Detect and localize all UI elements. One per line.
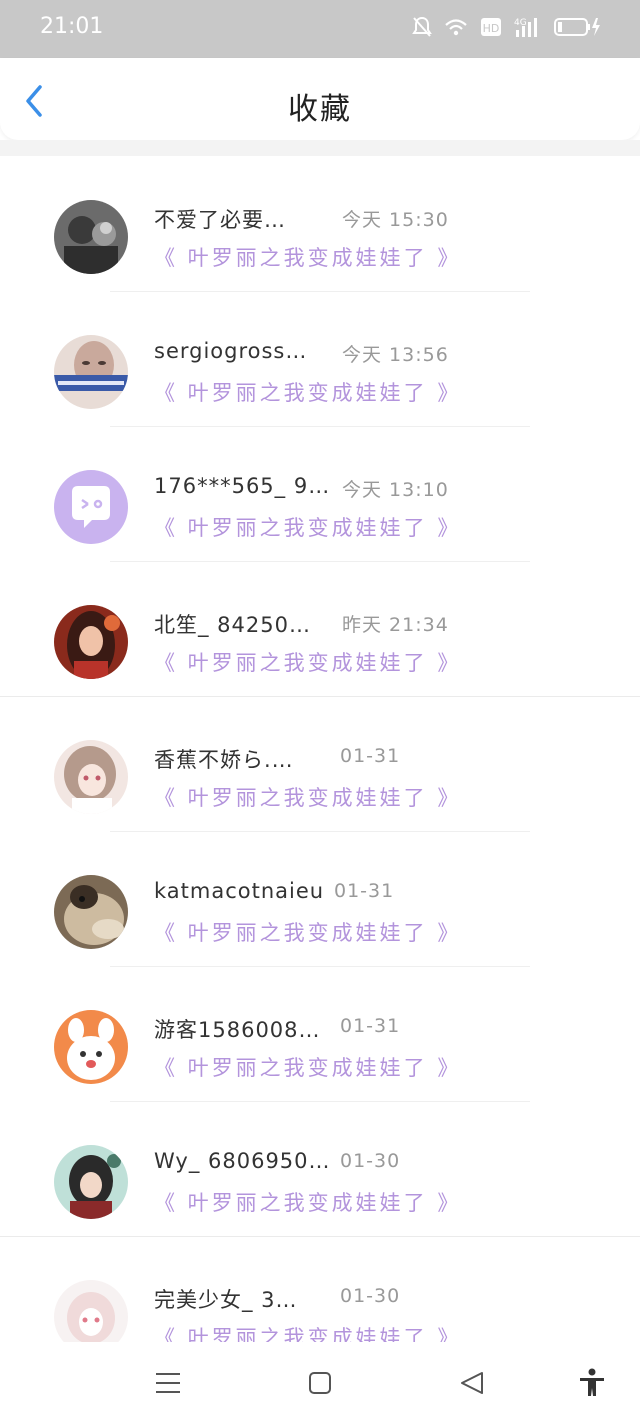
home-square-icon [309,1372,331,1394]
divider [110,1101,530,1102]
work-title[interactable]: 《 叶罗丽之我变成娃娃了 》 [154,1187,461,1217]
work-title[interactable]: 《 叶罗丽之我变成娃娃了 》 [154,1322,461,1342]
avatar [54,200,128,274]
user-name: 176***565_ 9… [154,474,331,498]
menu-icon [156,1373,180,1393]
divider [0,1236,640,1237]
svg-text:HD: HD [483,22,500,35]
avatar [54,605,128,679]
divider [110,561,530,562]
divider [110,291,530,292]
list-item[interactable]: 北笙_ 84250… 昨天 21:34 《 叶罗丽之我变成娃娃了 》 [0,605,640,740]
item-time: 01-31 [340,1015,401,1037]
user-name: 北笙_ 84250… [154,613,311,637]
work-title[interactable]: 《 叶罗丽之我变成娃娃了 》 [154,647,461,677]
wifi-icon [444,17,468,41]
list-item[interactable]: 游客1586008… 01-31 《 叶罗丽之我变成娃娃了 》 [0,1010,640,1145]
menu-button[interactable] [152,1368,184,1398]
accessibility-icon [580,1368,604,1396]
avatar [54,1280,128,1342]
work-title[interactable]: 《 叶罗丽之我变成娃娃了 》 [154,242,461,272]
mute-bell-icon [412,16,432,42]
back-nav-button[interactable] [456,1368,488,1398]
avatar [54,1010,128,1084]
user-name: 游客1586008… [154,1018,321,1042]
work-title[interactable]: 《 叶罗丽之我变成娃娃了 》 [154,782,461,812]
user-name: 完美少女_ 3… [154,1288,298,1312]
favorites-list: 不爱了必要… 今天 15:30 《 叶罗丽之我变成娃娃了 》 sergiogro… [0,156,640,1342]
avatar [54,740,128,814]
page-title: 收藏 [288,92,352,127]
work-title[interactable]: 《 叶罗丽之我变成娃娃了 》 [154,512,461,542]
status-time: 21:01 [40,14,104,39]
header-separator [0,140,640,156]
item-time: 昨天 21:34 [342,614,449,636]
divider [110,831,530,832]
user-name: 香蕉不娇ら.… [154,748,294,772]
avatar [54,875,128,949]
back-triangle-icon [461,1372,483,1394]
header: 收藏 [0,58,640,140]
item-time: 01-30 [340,1285,401,1307]
item-time: 01-30 [340,1150,401,1172]
list-item[interactable]: 香蕉不娇ら.… 01-31 《 叶罗丽之我变成娃娃了 》 [0,740,640,875]
list-item[interactable]: sergiogross… 今天 13:56 《 叶罗丽之我变成娃娃了 》 [0,335,640,470]
user-name: Wy_ 6806950… [154,1149,331,1173]
user-name: 不爱了必要… [154,208,286,232]
item-time: 01-31 [334,880,395,902]
status-icons: HD 4G [412,16,602,42]
work-title[interactable]: 《 叶罗丽之我变成娃娃了 》 [154,377,461,407]
accessibility-button[interactable] [576,1368,608,1398]
divider [110,966,530,967]
status-bar: 21:01 HD 4G [0,0,640,58]
avatar [54,470,128,544]
item-time: 今天 13:10 [342,479,449,501]
4g-signal-icon: 4G [514,16,542,42]
divider [110,426,530,427]
hd-icon: HD [480,17,502,41]
list-item[interactable]: Wy_ 6806950… 01-30 《 叶罗丽之我变成娃娃了 》 [0,1145,640,1280]
avatar [54,335,128,409]
list-item[interactable]: katmacotnaieu 01-31 《 叶罗丽之我变成娃娃了 》 [0,875,640,1010]
home-button[interactable] [304,1368,336,1398]
user-name: sergiogross… [154,339,308,363]
battery-charging-icon [554,16,602,42]
list-item[interactable]: 不爱了必要… 今天 15:30 《 叶罗丽之我变成娃娃了 》 [0,200,640,335]
user-name: katmacotnaieu [154,879,325,903]
system-nav-bar [0,1342,640,1422]
item-time: 今天 15:30 [342,209,449,231]
item-time: 01-31 [340,745,401,767]
work-title[interactable]: 《 叶罗丽之我变成娃娃了 》 [154,1052,461,1082]
list-item[interactable]: 176***565_ 9… 今天 13:10 《 叶罗丽之我变成娃娃了 》 [0,470,640,605]
work-title[interactable]: 《 叶罗丽之我变成娃娃了 》 [154,917,461,947]
avatar [54,1145,128,1219]
item-time: 今天 13:56 [342,344,449,366]
divider [0,696,640,697]
list-item[interactable]: 完美少女_ 3… 01-30 《 叶罗丽之我变成娃娃了 》 [0,1280,640,1342]
